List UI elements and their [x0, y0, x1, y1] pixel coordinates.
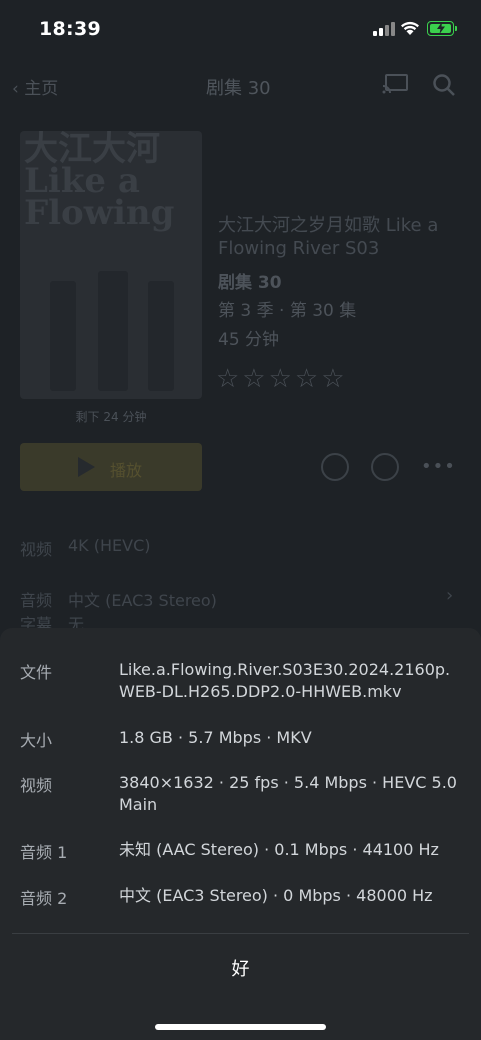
info-label-file: 文件 — [20, 663, 53, 682]
cellular-signal-icon — [373, 22, 395, 36]
divider — [12, 933, 469, 934]
info-label-video: 视频 — [20, 776, 53, 795]
page-title: 剧集 30 — [206, 78, 271, 99]
bg-row-value: 4K (HEVC) — [68, 536, 151, 555]
chevron-right-icon: › — [446, 585, 454, 606]
rating-stars[interactable]: ☆☆☆☆☆ — [216, 364, 348, 394]
episode-meta: 第 3 季 · 第 30 集 — [218, 301, 357, 321]
play-icon — [78, 457, 95, 477]
cast-icon[interactable] — [382, 74, 408, 94]
info-value-file: Like.a.Flowing.River.S03E30.2024.2160p.W… — [119, 660, 451, 701]
home-indicator[interactable] — [155, 1024, 326, 1030]
wifi-icon — [401, 21, 419, 35]
info-label-size: 大小 — [20, 731, 53, 750]
status-time: 18:39 — [39, 18, 101, 40]
search-icon[interactable] — [432, 73, 456, 97]
episode-title: 剧集 30 — [218, 273, 282, 293]
mark-watched-icon[interactable] — [321, 453, 349, 481]
bg-row-label: 音频 — [20, 591, 53, 610]
play-label: 播放 — [110, 461, 143, 480]
bg-row-value[interactable]: 中文 (EAC3 Stereo) — [68, 587, 217, 611]
poster-title-art: 大江大河 Like a Flowing — [24, 131, 175, 233]
info-value-size: 1.8 GB · 5.7 Mbps · MKV — [119, 728, 312, 747]
poster-image[interactable]: 大江大河 Like a Flowing — [20, 131, 202, 399]
info-label-audio-2: 音频 2 — [20, 889, 68, 908]
episode-duration: 45 分钟 — [218, 330, 280, 350]
status-bar: 18:39 — [0, 0, 481, 60]
ok-button[interactable]: 好 — [0, 955, 481, 981]
battery-tip — [455, 26, 457, 31]
play-button[interactable]: 播放 — [20, 443, 202, 491]
info-value-audio-2: 中文 (EAC3 Stereo) · 0 Mbps · 48000 Hz — [119, 886, 433, 905]
back-label: 主页 — [24, 79, 59, 99]
info-value-video: 3840×1632 · 25 fps · 5.4 Mbps · HEVC 5.0… — [119, 773, 457, 814]
info-label-audio-1: 音频 1 — [20, 843, 68, 862]
info-value-audio-1: 未知 (AAC Stereo) · 0.1 Mbps · 44100 Hz — [119, 840, 439, 859]
more-icon[interactable]: ••• — [421, 456, 456, 477]
remaining-time: 剩下 24 分钟 — [75, 410, 147, 424]
download-icon[interactable] — [371, 453, 399, 481]
back-button[interactable]: ‹ 主页 — [12, 74, 58, 99]
show-title: 大江大河之岁月如歌 Like a Flowing River S03 — [218, 215, 439, 259]
battery-icon — [427, 21, 454, 36]
bg-row-label: 视频 — [20, 540, 53, 559]
